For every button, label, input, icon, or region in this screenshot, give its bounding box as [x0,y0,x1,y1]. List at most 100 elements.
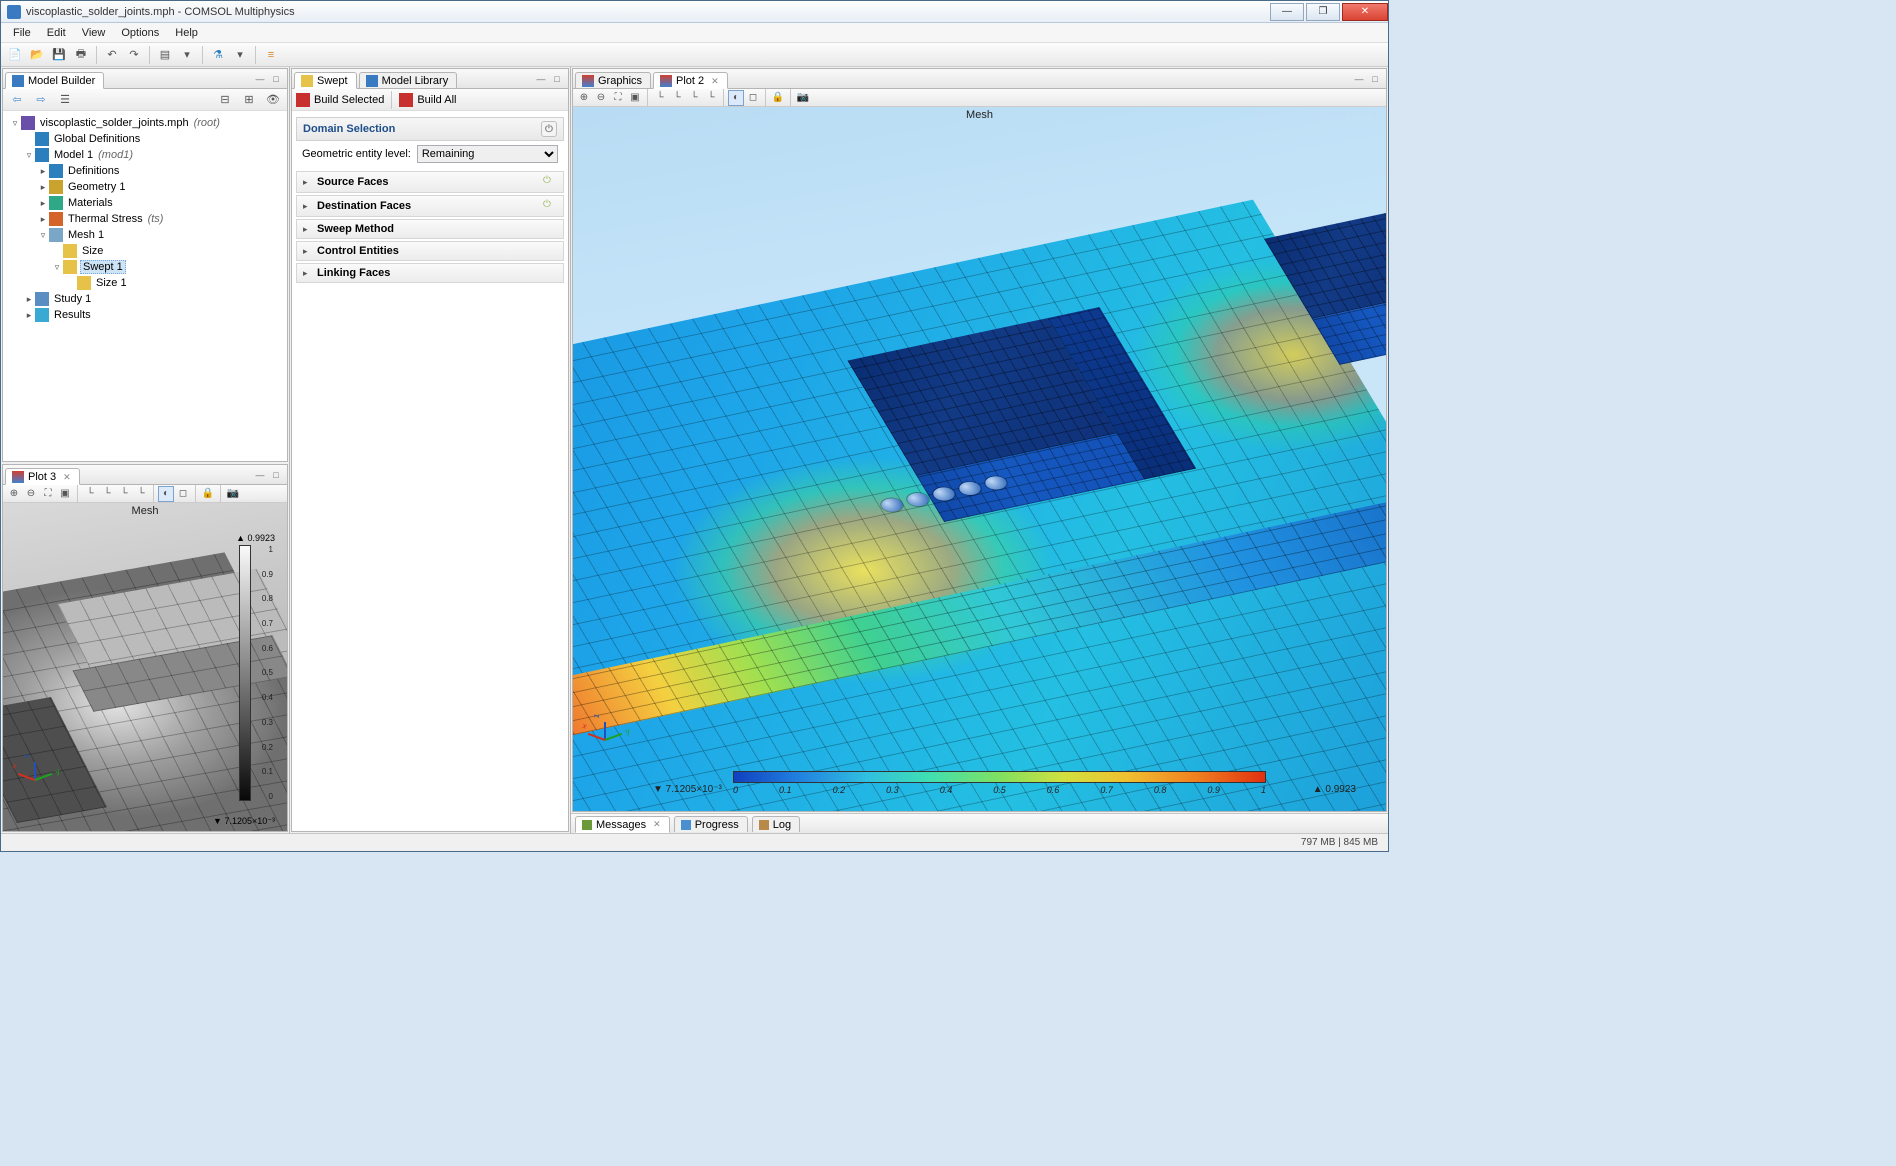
plot3-canvas[interactable]: Mesh ▲ 0.9923 ▼ 7.1205×10⁻³ 10.90.80.70.… [3,503,287,831]
entity-level-select[interactable]: Remaining [417,145,558,163]
compute-button[interactable]: ≡ [261,45,281,65]
tree-node[interactable]: ▿Model 1(mod1) [7,147,283,163]
menu-view[interactable]: View [74,25,114,41]
maximize-button[interactable]: ❐ [1306,3,1340,21]
zoom-extents-icon[interactable]: ⛶ [40,486,56,502]
xz-icon[interactable]: └ [686,90,702,106]
default-view-icon[interactable]: └ [133,486,149,502]
yz-icon[interactable]: └ [669,90,685,106]
lock-icon[interactable]: 🔒 [200,486,216,502]
close-icon[interactable]: ✕ [711,76,719,87]
xy-icon[interactable]: └ [652,90,668,106]
tree-node[interactable]: Size [7,243,283,259]
scene-light-icon[interactable]: ◐ [728,90,744,106]
redo-button[interactable]: ↷ [124,45,144,65]
tab-graphics[interactable]: Graphics [575,72,651,88]
tree-node[interactable]: ▸Thermal Stress(ts) [7,211,283,227]
minimize-panel-icon[interactable]: — [1352,74,1366,88]
tree-node[interactable]: Size 1 [7,275,283,291]
camera-icon[interactable]: 📷 [225,486,241,502]
new-button[interactable]: 📄 [5,45,25,65]
open-button[interactable]: 📂 [27,45,47,65]
graphics-canvas[interactable]: Mesh COMSOL MULTIPHYSICS ▼ 7.1205×10⁻³ ▲… [573,107,1386,811]
menu-file[interactable]: File [5,25,39,41]
list-icon[interactable]: ☰ [55,90,75,110]
build-all-button[interactable]: Build All [417,94,456,106]
minimize-panel-icon[interactable]: — [534,74,548,88]
scene-light-icon[interactable]: ◐ [158,486,174,502]
tree-node[interactable]: ▿Swept 1 [7,259,283,275]
tree-node[interactable]: ▸Definitions [7,163,283,179]
tab-plot2[interactable]: Plot 2 ✕ [653,72,728,89]
build-button[interactable]: ⚗ [208,45,228,65]
tab-log[interactable]: Log [752,816,800,832]
transparency-icon[interactable]: ◻ [175,486,191,502]
xy-icon[interactable]: └ [82,486,98,502]
tree-node[interactable]: ▸Results [7,307,283,323]
title-bar: viscoplastic_solder_joints.mph - COMSOL … [1,1,1388,23]
xz-icon[interactable]: └ [116,486,132,502]
tree-node[interactable]: ▿Mesh 1 [7,227,283,243]
minimize-button[interactable]: — [1270,3,1304,21]
dropdown2-button[interactable]: ▾ [230,45,250,65]
show-icon[interactable]: 👁 [263,90,283,110]
accordion-destination-faces[interactable]: ▸Destination Faces⏻ [296,195,564,217]
build-selected-button[interactable]: Build Selected [314,94,384,106]
tab-model-library[interactable]: Model Library [359,72,458,88]
tree-icon [12,75,24,87]
maximize-panel-icon[interactable]: □ [1368,74,1382,88]
save-button[interactable]: 💾 [49,45,69,65]
tree-node[interactable]: ▸Geometry 1 [7,179,283,195]
tree-node[interactable]: ▸Materials [7,195,283,211]
status-bar: 797 MB | 845 MB [1,833,1388,851]
tab-progress[interactable]: Progress [674,816,748,832]
menu-edit[interactable]: Edit [39,25,74,41]
expand-icon[interactable]: ⊞ [239,90,259,110]
minimize-panel-icon[interactable]: — [253,74,267,88]
maximize-panel-icon[interactable]: □ [269,74,283,88]
collapse-icon[interactable]: ⊟ [215,90,235,110]
back-icon[interactable]: ⇦ [7,90,27,110]
menu-help[interactable]: Help [167,25,206,41]
tree-node[interactable]: ▿viscoplastic_solder_joints.mph(root) [7,115,283,131]
close-icon[interactable]: ✕ [63,472,71,483]
settings-body: Domain Selection ⏻ Geometric entity leve… [292,111,568,831]
maximize-panel-icon[interactable]: □ [269,470,283,484]
tab-swept[interactable]: Swept [294,72,357,89]
model-tree[interactable]: ▿viscoplastic_solder_joints.mph(root)Glo… [3,111,287,461]
accordion-sweep-method[interactable]: ▸Sweep Method [296,219,564,239]
model-wizard-button[interactable]: ▤ [155,45,175,65]
zoom-in-icon[interactable]: ⊕ [576,90,592,106]
camera-icon[interactable]: 📷 [795,90,811,106]
close-icon[interactable]: ✕ [653,819,661,830]
lock-icon[interactable]: 🔒 [770,90,786,106]
close-button[interactable]: ✕ [1342,3,1388,21]
default-view-icon[interactable]: └ [703,90,719,106]
undo-button[interactable]: ↶ [102,45,122,65]
zoom-extents-icon[interactable]: ⛶ [610,90,626,106]
transparency-icon[interactable]: ◻ [745,90,761,106]
axes-triad [15,751,55,791]
accordion-control-entities[interactable]: ▸Control Entities [296,241,564,261]
menu-options[interactable]: Options [113,25,167,41]
tree-node[interactable]: ▸Study 1 [7,291,283,307]
print-button[interactable]: 🖶 [71,45,91,65]
power-icon[interactable]: ⏻ [541,121,557,137]
tree-node[interactable]: Global Definitions [7,131,283,147]
accordion-source-faces[interactable]: ▸Source Faces⏻ [296,171,564,193]
accordion-linking-faces[interactable]: ▸Linking Faces [296,263,564,283]
maximize-panel-icon[interactable]: □ [550,74,564,88]
zoom-out-icon[interactable]: ⊖ [593,90,609,106]
tab-plot3[interactable]: Plot 3 ✕ [5,468,80,485]
zoom-box-icon[interactable]: ▣ [57,486,73,502]
build-icon [296,93,310,107]
minimize-panel-icon[interactable]: — [253,470,267,484]
forward-icon[interactable]: ⇨ [31,90,51,110]
zoom-in-icon[interactable]: ⊕ [6,486,22,502]
tab-messages[interactable]: Messages ✕ [575,816,670,833]
yz-icon[interactable]: └ [99,486,115,502]
dropdown-button[interactable]: ▾ [177,45,197,65]
zoom-out-icon[interactable]: ⊖ [23,486,39,502]
tab-model-builder[interactable]: Model Builder [5,72,104,89]
zoom-box-icon[interactable]: ▣ [627,90,643,106]
